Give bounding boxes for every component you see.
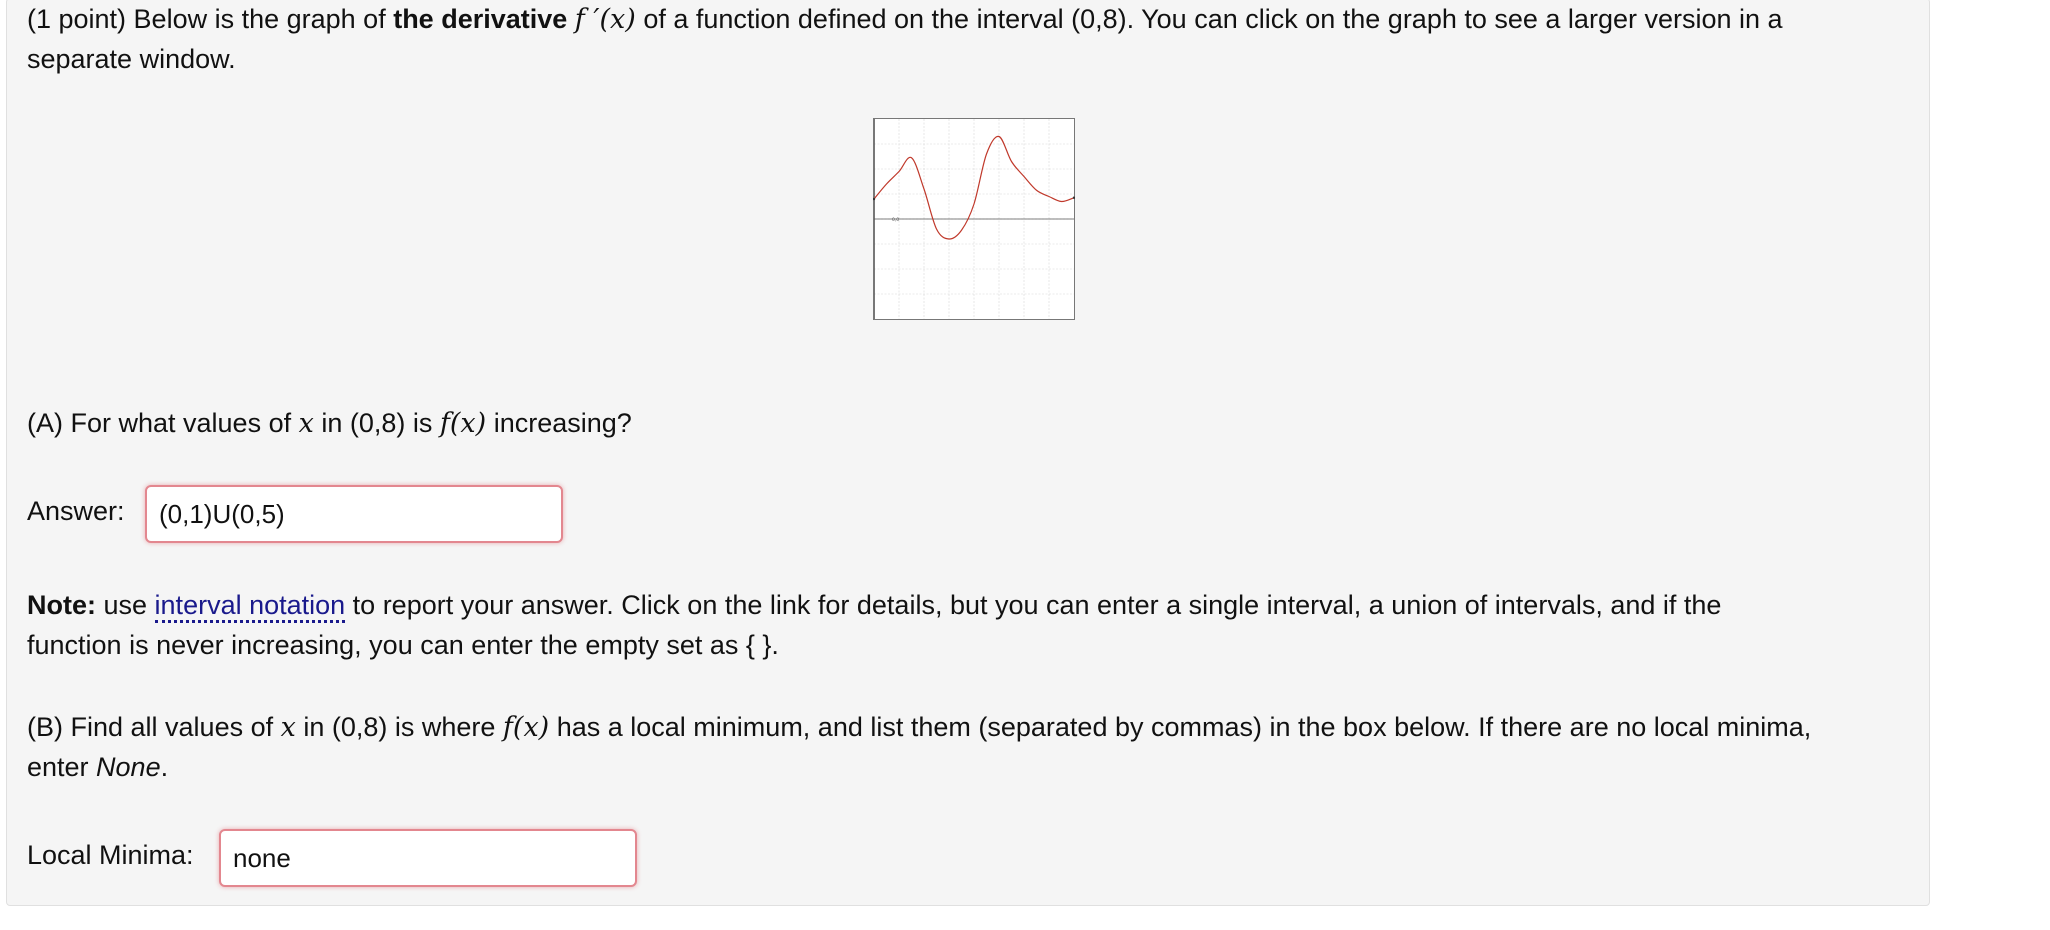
part-b-text: (B) Find all values of xyxy=(27,712,281,742)
note-bold-label: Note: xyxy=(27,590,96,620)
note-text-suffix: to report your answer. Click on the link… xyxy=(345,590,1722,620)
answer-a-input[interactable] xyxy=(145,485,563,543)
intro-text-suffix: of a function defined on the interval (0… xyxy=(635,4,1783,34)
note-line-2: function is never increasing, you can en… xyxy=(27,630,779,660)
part-a-text-mid: in (0,8) is xyxy=(313,408,440,438)
answer-a-label: Answer: xyxy=(27,496,125,526)
origin-tick-label: 0,0 xyxy=(892,217,899,223)
part-a-text: (A) For what values of xyxy=(27,408,299,438)
note-line-1: Note: use interval notation to report yo… xyxy=(27,585,1721,625)
part-a-text-suffix: increasing? xyxy=(486,408,632,438)
local-minima-input[interactable] xyxy=(219,829,637,887)
part-b-fx: f(x) xyxy=(502,712,550,743)
note-text: use xyxy=(96,590,155,620)
part-b-var-x: x xyxy=(280,712,296,743)
part-b-none-emphasis: None xyxy=(96,752,161,782)
intro-text: (1 point) Below is the graph of xyxy=(27,4,394,34)
part-b-text-mid: in (0,8) is where xyxy=(295,712,503,742)
intro-bold-text: the derivative xyxy=(393,4,568,34)
part-b-line2-text: enter xyxy=(27,752,97,782)
derivative-graph-svg[interactable]: 0,0 xyxy=(873,118,1075,320)
problem-container: (1 point) Below is the graph of the deri… xyxy=(6,0,1930,906)
part-b-line-2: enter None. xyxy=(27,747,168,787)
part-a-question: (A) For what values of x in (0,8) is f(x… xyxy=(27,403,632,444)
fprime-math: f ′(x) xyxy=(574,4,636,35)
intro-line-2: separate window. xyxy=(27,44,236,74)
part-a-var-x: x xyxy=(298,408,314,439)
part-a-fx: f(x) xyxy=(439,408,487,439)
part-b-line2-period: . xyxy=(160,752,169,782)
part-b-text-suffix: has a local minimum, and list them (sepa… xyxy=(549,712,1812,742)
local-minima-label: Local Minima: xyxy=(27,840,194,870)
intro-line-1: (1 point) Below is the graph of the deri… xyxy=(27,0,1783,40)
part-b-question: (B) Find all values of x in (0,8) is whe… xyxy=(27,707,1811,748)
derivative-graph[interactable]: 0,0 xyxy=(873,118,1075,320)
interval-notation-link[interactable]: interval notation xyxy=(154,590,346,623)
